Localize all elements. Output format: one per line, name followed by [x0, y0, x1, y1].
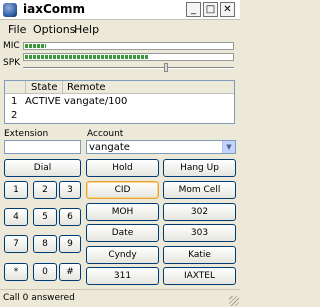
resize-grip-icon[interactable] — [229, 296, 239, 306]
app-icon — [3, 3, 17, 17]
account-value: vangate — [89, 142, 130, 153]
account-label: Account — [87, 129, 124, 139]
keypad-star[interactable]: * — [4, 263, 28, 281]
call-remote: vangate/100 — [64, 96, 128, 107]
title-bar: iaxComm _ □ ✕ — [0, 0, 240, 20]
speed-dial-cid[interactable]: CID — [86, 181, 159, 199]
call-table: State Remote 1 ACTIVE vangate/100 2 — [4, 80, 235, 124]
speed-dial-311[interactable]: 311 — [86, 267, 159, 285]
keypad-8[interactable]: 8 — [33, 235, 57, 253]
header-remote: Remote — [67, 82, 106, 93]
hold-button[interactable]: Hold — [86, 159, 159, 177]
spk-level-meter — [23, 53, 234, 61]
call-number: 1 — [11, 96, 18, 107]
speed-dial-cyndy[interactable]: Cyndy — [86, 246, 159, 264]
status-text: Call 0 answered — [3, 293, 75, 303]
header-divider — [25, 81, 26, 94]
maximize-button[interactable]: □ — [203, 2, 218, 17]
hang-up-button[interactable]: Hang Up — [163, 159, 236, 177]
keypad-0[interactable]: 0 — [33, 263, 57, 281]
mic-label: MIC — [3, 41, 20, 51]
speed-dial-303[interactable]: 303 — [163, 224, 236, 242]
keypad-9[interactable]: 9 — [59, 235, 81, 253]
speed-dial-iaxtel[interactable]: IAXTEL — [163, 267, 236, 285]
menu-bar: File Options Help — [0, 21, 240, 37]
speed-dial-date[interactable]: Date — [86, 224, 159, 242]
spk-label: SPK — [3, 58, 21, 68]
account-select[interactable]: vangate ▼ — [86, 140, 236, 154]
speed-dial-katie[interactable]: Katie — [163, 246, 236, 264]
call-table-header: State Remote — [5, 81, 234, 94]
keypad-4[interactable]: 4 — [4, 208, 28, 226]
keypad-1[interactable]: 1 — [4, 181, 28, 199]
keypad-6[interactable]: 6 — [59, 208, 81, 226]
header-divider — [62, 81, 63, 94]
chevron-down-icon[interactable]: ▼ — [222, 141, 235, 153]
speed-dial-mom-cell[interactable]: Mom Cell — [163, 181, 236, 199]
header-state: State — [31, 82, 58, 93]
speed-dial-302[interactable]: 302 — [163, 203, 236, 221]
call-row-2[interactable]: 2 — [5, 109, 234, 123]
spk-volume-slider[interactable] — [23, 67, 234, 69]
status-bar: Call 0 answered — [0, 289, 240, 307]
call-row-1[interactable]: 1 ACTIVE vangate/100 — [5, 95, 234, 109]
call-number: 2 — [11, 110, 18, 121]
menu-help[interactable]: Help — [74, 23, 99, 36]
mic-level-meter — [23, 42, 234, 50]
menu-options[interactable]: Options — [33, 23, 75, 36]
dial-button[interactable]: Dial — [4, 159, 81, 177]
speed-dial-moh[interactable]: MOH — [86, 203, 159, 221]
spk-level-fill — [25, 55, 149, 59]
window-title: iaxComm — [23, 2, 86, 16]
keypad-2[interactable]: 2 — [33, 181, 57, 199]
minimize-button[interactable]: _ — [186, 2, 201, 17]
close-button[interactable]: ✕ — [220, 2, 235, 17]
call-state: ACTIVE — [25, 96, 61, 107]
extension-input[interactable] — [4, 140, 81, 154]
keypad-7[interactable]: 7 — [4, 235, 28, 253]
keypad-3[interactable]: 3 — [59, 181, 81, 199]
keypad-5[interactable]: 5 — [33, 208, 57, 226]
menu-file[interactable]: File — [8, 23, 26, 36]
keypad-hash[interactable]: # — [59, 263, 81, 281]
spk-volume-thumb[interactable] — [164, 63, 168, 72]
mic-level-fill — [25, 44, 46, 48]
extension-label: Extension — [4, 129, 49, 139]
